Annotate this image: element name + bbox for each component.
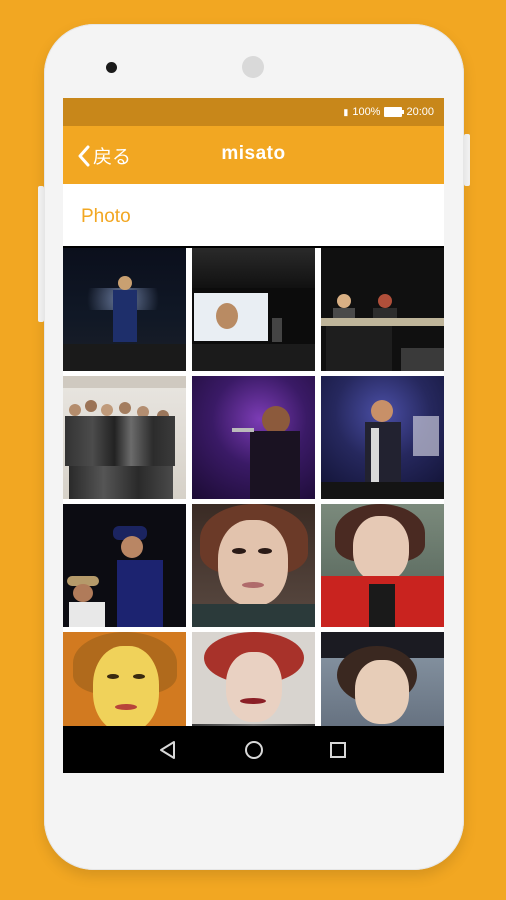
battery-percent: 100% — [352, 106, 381, 118]
triangle-back-icon — [160, 741, 175, 759]
page-title: misato — [221, 143, 286, 164]
purple-stage-singing-photo[interactable] — [192, 376, 315, 499]
concert-stage-photo[interactable] — [63, 248, 186, 371]
selfie-photo-2[interactable] — [321, 504, 444, 627]
selfie-photo-3[interactable] — [63, 632, 186, 726]
square-recents-icon — [330, 742, 346, 758]
photo-grid — [63, 248, 444, 726]
panel-talk-photo[interactable] — [321, 248, 444, 371]
selfie-photo-1[interactable] — [192, 504, 315, 627]
back-nav-button[interactable] — [155, 737, 181, 763]
section-header: Photo — [63, 184, 444, 246]
status-bar: ▮ 100% 20:00 — [63, 98, 444, 126]
blue-stage-singing-photo[interactable] — [321, 376, 444, 499]
power-button — [464, 134, 470, 186]
section-title: Photo — [81, 206, 131, 227]
signal-icon: ▮ — [343, 106, 349, 117]
screen: ▮ 100% 20:00 戻る misato Photo — [63, 98, 444, 773]
clock: 20:00 — [406, 106, 434, 118]
circle-home-icon — [245, 741, 263, 759]
group-backstage-photo[interactable] — [63, 376, 186, 499]
speaker — [242, 56, 264, 78]
selfie-photo-4[interactable] — [192, 632, 315, 726]
front-camera — [106, 62, 117, 73]
hat-duet-photo[interactable] — [63, 504, 186, 627]
navigation-bar — [63, 726, 444, 773]
app-bar: 戻る misato — [63, 126, 444, 184]
projection-screen-photo[interactable] — [192, 248, 315, 371]
home-nav-button[interactable] — [241, 737, 267, 763]
selfie-photo-5[interactable] — [321, 632, 444, 726]
recents-nav-button[interactable] — [325, 737, 351, 763]
battery-icon — [384, 107, 405, 117]
